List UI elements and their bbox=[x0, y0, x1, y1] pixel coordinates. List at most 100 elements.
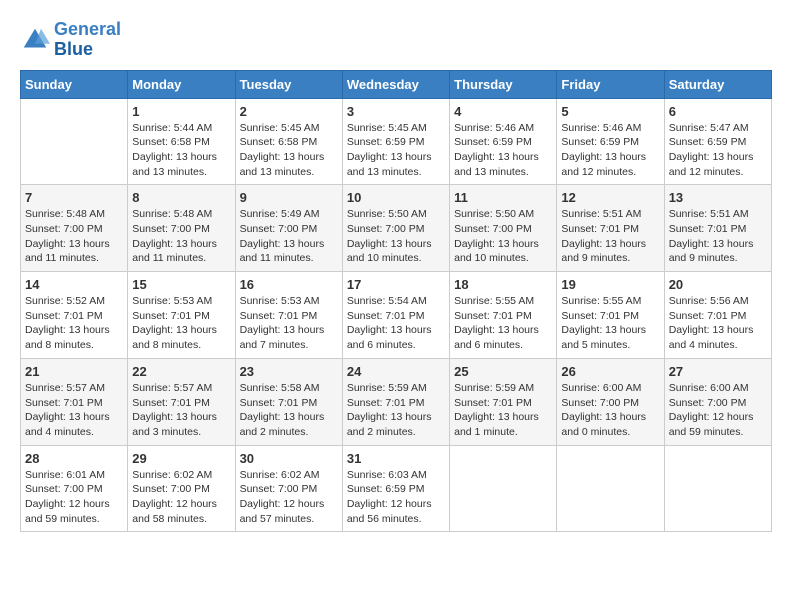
day-number: 18 bbox=[454, 277, 552, 292]
day-info: Sunrise: 5:45 AM Sunset: 6:59 PM Dayligh… bbox=[347, 121, 445, 180]
day-number: 23 bbox=[240, 364, 338, 379]
day-info: Sunrise: 5:53 AM Sunset: 7:01 PM Dayligh… bbox=[240, 294, 338, 353]
day-info: Sunrise: 5:47 AM Sunset: 6:59 PM Dayligh… bbox=[669, 121, 767, 180]
day-cell: 18 Sunrise: 5:55 AM Sunset: 7:01 PM Dayli… bbox=[450, 272, 557, 359]
day-cell: 12Sunrise: 5:51 AM Sunset: 7:01 PM Dayli… bbox=[557, 185, 664, 272]
day-cell: 5 Sunrise: 5:46 AM Sunset: 6:59 PM Daylig… bbox=[557, 98, 664, 185]
week-row-1: 1Sunrise: 5:44 AM Sunset: 6:58 PM Daylig… bbox=[21, 98, 772, 185]
day-info: Sunrise: 5:59 AM Sunset: 7:01 PM Dayligh… bbox=[347, 381, 445, 440]
day-info: Sunrise: 6:03 AM Sunset: 6:59 PM Dayligh… bbox=[347, 468, 445, 527]
day-cell: 28 Sunrise: 6:01 AM Sunset: 7:00 PM Dayli… bbox=[21, 445, 128, 532]
column-header-thursday: Thursday bbox=[450, 70, 557, 98]
logo: General Blue bbox=[20, 20, 121, 60]
day-number: 13 bbox=[669, 190, 767, 205]
day-cell: 29 Sunrise: 6:02 AM Sunset: 7:00 PM Dayli… bbox=[128, 445, 235, 532]
day-cell: 31 Sunrise: 6:03 AM Sunset: 6:59 PM Dayli… bbox=[342, 445, 449, 532]
day-cell: 3 Sunrise: 5:45 AM Sunset: 6:59 PM Daylig… bbox=[342, 98, 449, 185]
day-info: Sunrise: 5:49 AM Sunset: 7:00 PM Dayligh… bbox=[240, 207, 338, 266]
day-cell: 4Sunrise: 5:46 AM Sunset: 6:59 PM Daylig… bbox=[450, 98, 557, 185]
day-number: 16 bbox=[240, 277, 338, 292]
day-cell: 27 Sunrise: 6:00 AM Sunset: 7:00 PM Dayli… bbox=[664, 358, 771, 445]
day-number: 5 bbox=[561, 104, 659, 119]
day-info: Sunrise: 5:57 AM Sunset: 7:01 PM Dayligh… bbox=[25, 381, 123, 440]
day-number: 2 bbox=[240, 104, 338, 119]
day-cell: 25 Sunrise: 5:59 AM Sunset: 7:01 PM Dayli… bbox=[450, 358, 557, 445]
day-number: 7 bbox=[25, 190, 123, 205]
day-cell: 2 Sunrise: 5:45 AM Sunset: 6:58 PM Daylig… bbox=[235, 98, 342, 185]
day-cell: 21 Sunrise: 5:57 AM Sunset: 7:01 PM Dayli… bbox=[21, 358, 128, 445]
column-header-tuesday: Tuesday bbox=[235, 70, 342, 98]
day-cell: 15 Sunrise: 5:53 AM Sunset: 7:01 PM Dayli… bbox=[128, 272, 235, 359]
day-number: 25 bbox=[454, 364, 552, 379]
day-cell bbox=[664, 445, 771, 532]
column-header-wednesday: Wednesday bbox=[342, 70, 449, 98]
day-number: 3 bbox=[347, 104, 445, 119]
day-number: 28 bbox=[25, 451, 123, 466]
day-info: Sunrise: 5:51 AM Sunset: 7:01 PM Dayligh… bbox=[669, 207, 767, 266]
week-row-3: 14Sunrise: 5:52 AM Sunset: 7:01 PM Dayli… bbox=[21, 272, 772, 359]
column-header-saturday: Saturday bbox=[664, 70, 771, 98]
day-cell bbox=[557, 445, 664, 532]
day-number: 21 bbox=[25, 364, 123, 379]
day-cell: 30Sunrise: 6:02 AM Sunset: 7:00 PM Dayli… bbox=[235, 445, 342, 532]
week-row-5: 28 Sunrise: 6:01 AM Sunset: 7:00 PM Dayli… bbox=[21, 445, 772, 532]
day-cell: 23 Sunrise: 5:58 AM Sunset: 7:01 PM Dayli… bbox=[235, 358, 342, 445]
day-cell: 17 Sunrise: 5:54 AM Sunset: 7:01 PM Dayli… bbox=[342, 272, 449, 359]
day-cell: 24 Sunrise: 5:59 AM Sunset: 7:01 PM Dayli… bbox=[342, 358, 449, 445]
day-number: 6 bbox=[669, 104, 767, 119]
day-info: Sunrise: 5:59 AM Sunset: 7:01 PM Dayligh… bbox=[454, 381, 552, 440]
day-cell: 26Sunrise: 6:00 AM Sunset: 7:00 PM Dayli… bbox=[557, 358, 664, 445]
day-number: 15 bbox=[132, 277, 230, 292]
day-number: 27 bbox=[669, 364, 767, 379]
day-cell: 14Sunrise: 5:52 AM Sunset: 7:01 PM Dayli… bbox=[21, 272, 128, 359]
day-cell: 10 Sunrise: 5:50 AM Sunset: 7:00 PM Dayli… bbox=[342, 185, 449, 272]
day-cell: 9 Sunrise: 5:49 AM Sunset: 7:00 PM Daylig… bbox=[235, 185, 342, 272]
day-info: Sunrise: 5:48 AM Sunset: 7:00 PM Dayligh… bbox=[25, 207, 123, 266]
day-number: 26 bbox=[561, 364, 659, 379]
day-info: Sunrise: 6:00 AM Sunset: 7:00 PM Dayligh… bbox=[669, 381, 767, 440]
day-number: 12 bbox=[561, 190, 659, 205]
day-cell: 1Sunrise: 5:44 AM Sunset: 6:58 PM Daylig… bbox=[128, 98, 235, 185]
day-cell: 22 Sunrise: 5:57 AM Sunset: 7:01 PM Dayli… bbox=[128, 358, 235, 445]
day-number: 8 bbox=[132, 190, 230, 205]
day-info: Sunrise: 6:02 AM Sunset: 7:00 PM Dayligh… bbox=[132, 468, 230, 527]
day-info: Sunrise: 5:46 AM Sunset: 6:59 PM Dayligh… bbox=[454, 121, 552, 180]
day-info: Sunrise: 6:01 AM Sunset: 7:00 PM Dayligh… bbox=[25, 468, 123, 527]
day-info: Sunrise: 5:57 AM Sunset: 7:01 PM Dayligh… bbox=[132, 381, 230, 440]
day-info: Sunrise: 5:53 AM Sunset: 7:01 PM Dayligh… bbox=[132, 294, 230, 353]
day-number: 11 bbox=[454, 190, 552, 205]
day-number: 30 bbox=[240, 451, 338, 466]
day-number: 17 bbox=[347, 277, 445, 292]
week-row-4: 21 Sunrise: 5:57 AM Sunset: 7:01 PM Dayli… bbox=[21, 358, 772, 445]
day-info: Sunrise: 5:55 AM Sunset: 7:01 PM Dayligh… bbox=[454, 294, 552, 353]
column-header-sunday: Sunday bbox=[21, 70, 128, 98]
day-cell: 7 Sunrise: 5:48 AM Sunset: 7:00 PM Daylig… bbox=[21, 185, 128, 272]
logo-text: General Blue bbox=[54, 20, 121, 60]
day-info: Sunrise: 5:50 AM Sunset: 7:00 PM Dayligh… bbox=[347, 207, 445, 266]
day-info: Sunrise: 5:56 AM Sunset: 7:01 PM Dayligh… bbox=[669, 294, 767, 353]
day-info: Sunrise: 5:58 AM Sunset: 7:01 PM Dayligh… bbox=[240, 381, 338, 440]
day-info: Sunrise: 5:54 AM Sunset: 7:01 PM Dayligh… bbox=[347, 294, 445, 353]
day-number: 22 bbox=[132, 364, 230, 379]
day-cell: 19Sunrise: 5:55 AM Sunset: 7:01 PM Dayli… bbox=[557, 272, 664, 359]
day-number: 29 bbox=[132, 451, 230, 466]
day-number: 1 bbox=[132, 104, 230, 119]
day-number: 10 bbox=[347, 190, 445, 205]
day-cell: 20Sunrise: 5:56 AM Sunset: 7:01 PM Dayli… bbox=[664, 272, 771, 359]
day-info: Sunrise: 5:45 AM Sunset: 6:58 PM Dayligh… bbox=[240, 121, 338, 180]
day-number: 19 bbox=[561, 277, 659, 292]
day-cell: 11Sunrise: 5:50 AM Sunset: 7:00 PM Dayli… bbox=[450, 185, 557, 272]
day-cell: 13 Sunrise: 5:51 AM Sunset: 7:01 PM Dayli… bbox=[664, 185, 771, 272]
column-header-monday: Monday bbox=[128, 70, 235, 98]
day-cell: 16 Sunrise: 5:53 AM Sunset: 7:01 PM Dayli… bbox=[235, 272, 342, 359]
logo-icon bbox=[20, 25, 50, 55]
day-number: 9 bbox=[240, 190, 338, 205]
day-info: Sunrise: 5:48 AM Sunset: 7:00 PM Dayligh… bbox=[132, 207, 230, 266]
day-cell bbox=[21, 98, 128, 185]
day-number: 24 bbox=[347, 364, 445, 379]
day-number: 14 bbox=[25, 277, 123, 292]
day-number: 31 bbox=[347, 451, 445, 466]
day-cell: 8 Sunrise: 5:48 AM Sunset: 7:00 PM Daylig… bbox=[128, 185, 235, 272]
day-cell bbox=[450, 445, 557, 532]
day-info: Sunrise: 5:46 AM Sunset: 6:59 PM Dayligh… bbox=[561, 121, 659, 180]
